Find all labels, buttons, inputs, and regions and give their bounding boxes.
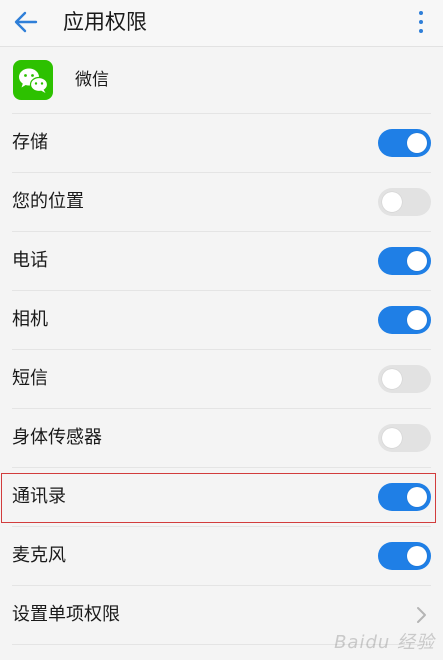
toggle-knob bbox=[407, 251, 427, 271]
phone-toggle[interactable] bbox=[378, 247, 431, 275]
app-name: 微信 bbox=[75, 70, 109, 90]
toggle-knob bbox=[382, 192, 402, 212]
more-options-button[interactable] bbox=[411, 6, 431, 38]
permission-row-location[interactable]: 您的位置 bbox=[12, 173, 431, 232]
permission-row-phone[interactable]: 电话 bbox=[12, 232, 431, 291]
permission-row-body-sensors[interactable]: 身体传感器 bbox=[12, 409, 431, 468]
more-vertical-icon bbox=[419, 11, 423, 15]
chevron-right-icon bbox=[417, 607, 426, 623]
permission-row-sms[interactable]: 短信 bbox=[12, 350, 431, 409]
body-sensors-toggle[interactable] bbox=[378, 424, 431, 452]
app-info-row: 微信 bbox=[0, 47, 443, 113]
microphone-toggle[interactable] bbox=[378, 542, 431, 570]
more-vertical-icon-dot bbox=[419, 29, 423, 33]
permission-label: 相机 bbox=[12, 309, 48, 330]
arrow-left-icon bbox=[14, 11, 38, 33]
toggle-knob bbox=[382, 428, 402, 448]
permission-row-microphone[interactable]: 麦克风 bbox=[12, 527, 431, 586]
toggle-knob bbox=[407, 133, 427, 153]
permission-label: 身体传感器 bbox=[12, 427, 102, 448]
permission-label: 您的位置 bbox=[12, 191, 84, 212]
back-button[interactable] bbox=[8, 4, 44, 40]
camera-toggle[interactable] bbox=[378, 306, 431, 334]
toggle-knob bbox=[382, 369, 402, 389]
page-title: 应用权限 bbox=[63, 10, 147, 34]
app-bar: 应用权限 bbox=[0, 0, 443, 47]
contacts-highlight-box bbox=[1, 473, 436, 523]
storage-toggle[interactable] bbox=[378, 129, 431, 157]
wechat-icon bbox=[13, 60, 53, 100]
toggle-knob bbox=[407, 546, 427, 566]
more-vertical-icon-dot bbox=[419, 20, 423, 24]
permission-label: 短信 bbox=[12, 368, 48, 389]
sms-toggle[interactable] bbox=[378, 365, 431, 393]
baidu-watermark: Baidu 经验 bbox=[334, 632, 435, 653]
permission-row-storage[interactable]: 存储 bbox=[12, 113, 431, 173]
permission-label: 电话 bbox=[12, 250, 48, 271]
permission-list: 存储 您的位置 电话 相机 短信 身体传感器 通讯录 麦克风 设置单项权限 bbox=[0, 113, 443, 645]
permission-row-camera[interactable]: 相机 bbox=[12, 291, 431, 350]
settings-item-label: 设置单项权限 bbox=[12, 604, 120, 625]
toggle-knob bbox=[407, 310, 427, 330]
permission-label: 存储 bbox=[12, 132, 48, 153]
permission-label: 麦克风 bbox=[12, 545, 66, 566]
location-toggle[interactable] bbox=[378, 188, 431, 216]
